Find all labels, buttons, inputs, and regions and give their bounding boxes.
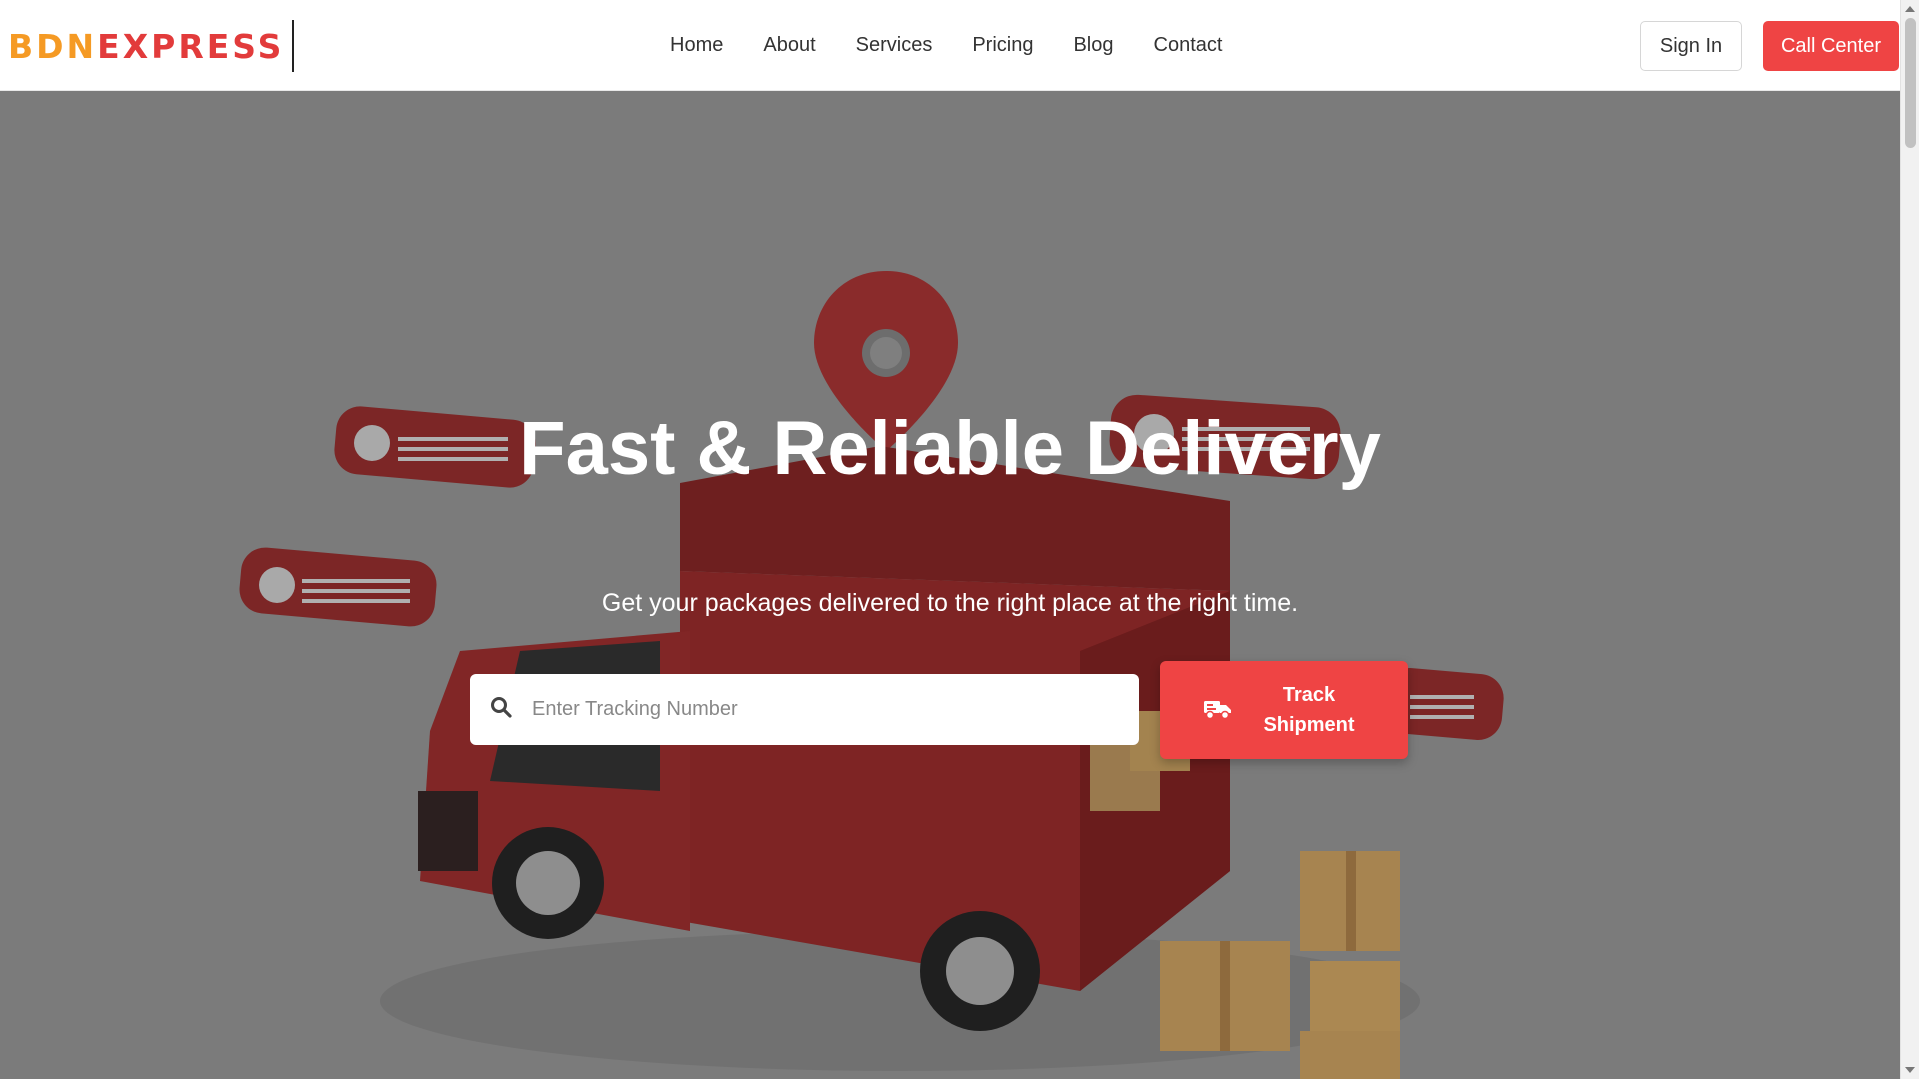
brand-logo[interactable]: BDN EXPRESS bbox=[8, 20, 295, 72]
tracking-search-box[interactable] bbox=[470, 674, 1139, 745]
sign-in-button[interactable]: Sign In bbox=[1640, 21, 1742, 71]
search-icon bbox=[490, 696, 512, 723]
brand-logo-part1: BDN bbox=[8, 26, 98, 66]
track-shipment-label: Track Shipment bbox=[1263, 684, 1355, 736]
page-scrollbar[interactable] bbox=[1900, 0, 1919, 1079]
nav-link-contact[interactable]: Contact bbox=[1134, 34, 1243, 57]
main-nav: Home About Services Pricing Blog Contact bbox=[650, 0, 1242, 91]
hero-subtitle: Get your packages delivered to the right… bbox=[601, 589, 1299, 617]
nav-link-about[interactable]: About bbox=[743, 34, 835, 57]
nav-link-home[interactable]: Home bbox=[650, 34, 743, 57]
hero-section: Fast & Reliable Delivery Get your packag… bbox=[0, 91, 1900, 1079]
scroll-up-icon[interactable] bbox=[1905, 6, 1915, 12]
nav-link-pricing[interactable]: Pricing bbox=[952, 34, 1053, 57]
nav-link-blog[interactable]: Blog bbox=[1053, 34, 1133, 57]
brand-logo-part2: EXPRESS bbox=[97, 26, 285, 66]
hero-title: Fast & Reliable Delivery bbox=[519, 406, 1381, 491]
truck-icon bbox=[1204, 698, 1232, 723]
scroll-down-icon[interactable] bbox=[1905, 1067, 1915, 1073]
nav-link-services[interactable]: Services bbox=[836, 34, 953, 57]
tracking-number-input[interactable] bbox=[530, 697, 1094, 722]
track-shipment-button[interactable]: Track Shipment bbox=[1160, 661, 1408, 759]
call-center-button[interactable]: Call Center bbox=[1763, 21, 1899, 71]
scrollbar-thumb[interactable] bbox=[1905, 18, 1916, 148]
delivery-illustration bbox=[239, 271, 1504, 1079]
top-navbar: BDN EXPRESS Home About Services Pricing B… bbox=[0, 0, 1900, 91]
